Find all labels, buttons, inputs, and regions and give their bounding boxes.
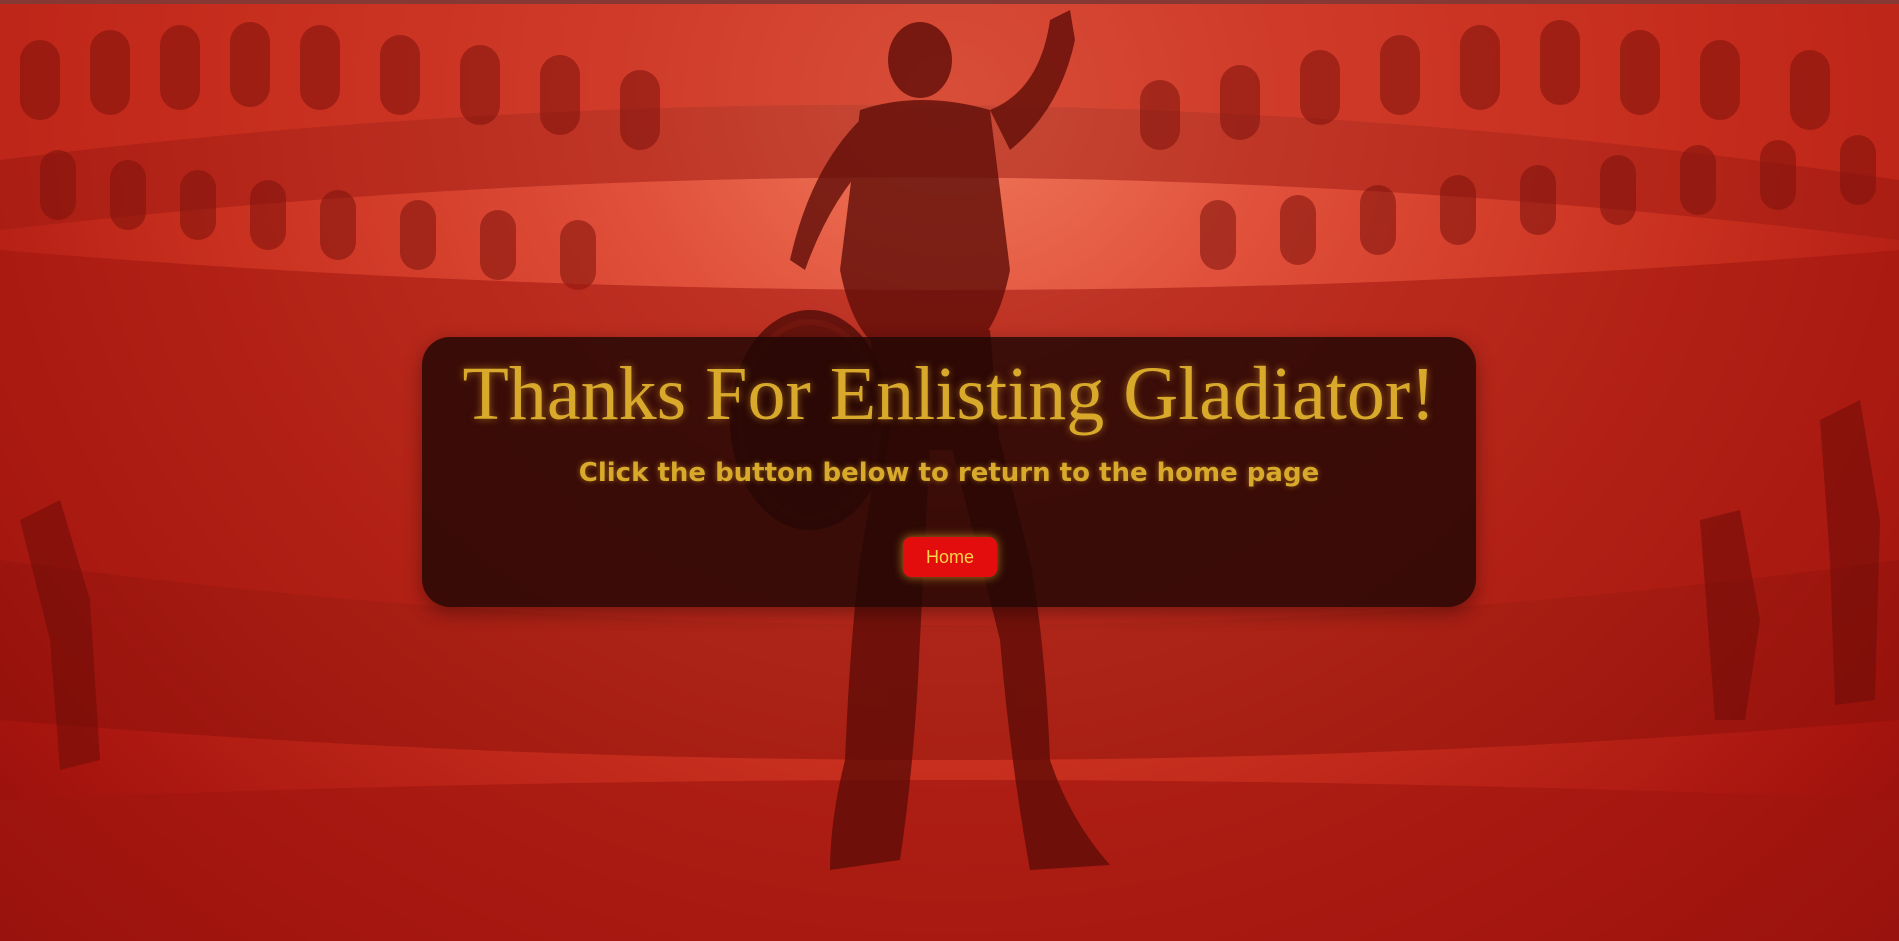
page-title: Thanks For Enlisting Gladiator!: [462, 352, 1436, 436]
confirmation-panel: Thanks For Enlisting Gladiator! Click th…: [422, 337, 1476, 607]
page-subtitle: Click the button below to return to the …: [578, 458, 1320, 488]
home-button[interactable]: Home: [903, 537, 997, 577]
page: Thanks For Enlisting Gladiator! Click th…: [0, 0, 1899, 941]
